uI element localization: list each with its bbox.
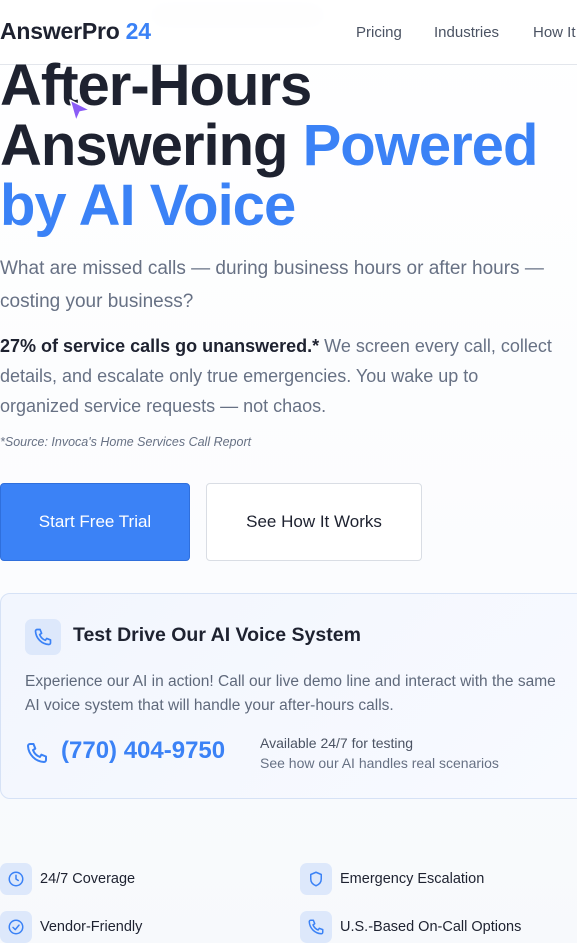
hero-subtitle: What are missed calls — during business … [0,258,544,312]
phone-icon [25,619,61,655]
headline-answering: Answering [0,113,288,178]
nav-link-industries[interactable]: Industries [434,24,499,41]
hero-headline: After-Hours Answering Powered by AI Voic… [0,56,539,238]
feature-label-coverage: 24/7 Coverage [40,871,136,887]
feature-label-oncall: U.S.-Based On-Call Options [340,919,522,935]
see-how-it-works-button[interactable]: See How It Works [206,483,422,561]
shield-icon [300,863,332,895]
source-citation: *Source: Invoca's Home Services Call Rep… [0,435,252,449]
phone-icon [25,741,49,765]
phone-icon [300,911,332,943]
availability-subtext: See how our AI handles real scenarios [260,755,499,771]
check-circle-icon [0,911,32,943]
logo[interactable]: AnswerPro 24 [0,18,151,45]
demo-phone-link[interactable]: (770) 404-9750 [61,737,225,765]
headline-line-3: by AI Voice [0,173,296,238]
demo-title: Test Drive Our AI Voice System [73,624,361,646]
feature-label-vendor: Vendor-Friendly [40,919,143,935]
logo-number: 24 [125,18,151,44]
stat-highlight: 27% of service calls go unanswered.* [0,336,320,356]
hero-stat: 27% of service calls go unanswered.* We … [0,331,560,421]
clock-icon [0,863,32,895]
demo-description: Experience our AI in action! Call our li… [25,673,556,714]
cursor-pointer-icon [67,98,93,124]
headline-powered: Powered [302,113,539,178]
nav-link-how-it-works[interactable]: How It [533,24,576,41]
start-free-trial-button[interactable]: Start Free Trial [0,483,190,561]
feature-label-emergency: Emergency Escalation [340,871,485,887]
availability-text: Available 24/7 for testing [260,735,414,751]
nav-link-pricing[interactable]: Pricing [356,24,402,41]
headline-line-2: Answering Powered [0,113,539,178]
logo-text: AnswerPro [0,18,120,44]
